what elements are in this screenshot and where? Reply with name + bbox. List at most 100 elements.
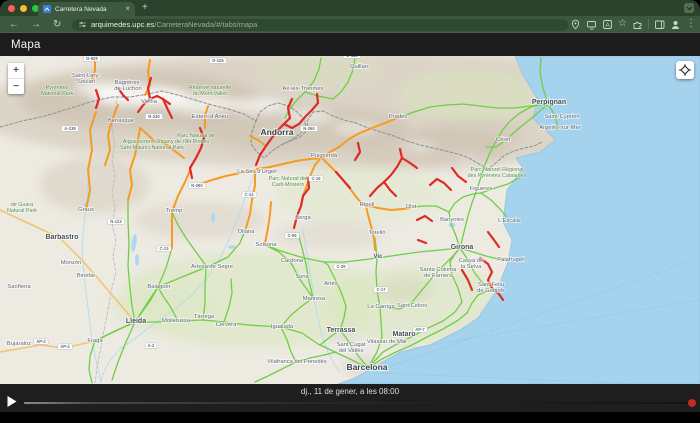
svg-text:Tàrrega: Tàrrega — [194, 314, 215, 320]
toolbar-actions: A ☆ ⋮ — [570, 16, 696, 32]
timeline-slider-thumb[interactable] — [688, 399, 696, 407]
svg-text:N-123: N-123 — [110, 219, 122, 224]
svg-text:Torelló: Torelló — [368, 230, 385, 236]
play-button[interactable] — [7, 396, 18, 407]
svg-text:Binéfar: Binéfar — [77, 273, 95, 279]
map[interactable]: AndorraBarcelonaLleidaGironaPerpignanTer… — [0, 56, 700, 384]
svg-text:Quillan: Quillan — [350, 64, 368, 70]
svg-text:C-16: C-16 — [311, 176, 321, 181]
svg-text:N-260: N-260 — [191, 183, 203, 188]
svg-text:AP-7: AP-7 — [415, 327, 425, 332]
svg-text:Artés: Artés — [324, 281, 338, 287]
svg-text:Graus: Graus — [78, 207, 94, 213]
svg-text:Benasque: Benasque — [108, 118, 134, 124]
svg-text:Olot: Olot — [406, 204, 417, 210]
forward-button[interactable]: → — [31, 19, 41, 30]
svg-text:AP-2: AP-2 — [36, 339, 46, 344]
close-window-button[interactable] — [8, 5, 15, 12]
map-canvas[interactable]: AndorraBarcelonaLleidaGironaPerpignanTer… — [0, 56, 700, 384]
svg-text:Andorra: Andorra — [260, 127, 293, 137]
svg-text:C-14: C-14 — [244, 192, 254, 197]
svg-text:Sant Celoni: Sant Celoni — [397, 303, 427, 309]
tab-close-icon[interactable]: × — [125, 5, 130, 13]
timeline-bar: dj., 11 de gener, a les 08:00 — [0, 384, 700, 412]
svg-text:Aigüestortes i Estany deSant M: Aigüestortes i Estany deSant Maurici Nat… — [120, 139, 184, 151]
url-path: /CarreteraNevada/#/tabs/mapa — [154, 20, 257, 29]
svg-text:Cervera: Cervera — [216, 322, 237, 328]
locate-me-button[interactable] — [676, 61, 694, 79]
svg-text:Barbastro: Barbastro — [45, 234, 78, 241]
site-settings-icon[interactable] — [78, 20, 87, 29]
page-title: Mapa — [11, 39, 41, 51]
zoom-out-button[interactable]: − — [8, 78, 24, 94]
profile-avatar-icon[interactable] — [670, 19, 681, 30]
send-to-device-icon[interactable] — [586, 19, 597, 30]
svg-text:N-260: N-260 — [303, 126, 315, 131]
svg-text:Parc Natural del'Alt Pirineu: Parc Natural del'Alt Pirineu — [177, 133, 214, 145]
svg-text:N-230: N-230 — [148, 114, 160, 119]
browser-window: Carretera Nevada × + ← → ↻ arquimedes.up… — [0, 0, 700, 412]
chevron-down-icon — [686, 5, 693, 12]
svg-text:Banyoles: Banyoles — [440, 217, 464, 223]
svg-text:D-929: D-929 — [86, 56, 98, 61]
macos-window-controls[interactable] — [8, 5, 39, 12]
svg-text:de GuaraNatural Park: de GuaraNatural Park — [7, 202, 37, 214]
svg-text:Palafrugell: Palafrugell — [497, 257, 524, 263]
tab-search-chevron-button[interactable] — [684, 3, 694, 13]
bookmark-star-icon[interactable]: ☆ — [618, 19, 627, 29]
minimize-window-button[interactable] — [20, 5, 27, 12]
svg-text:Vilassar de Mar: Vilassar de Mar — [367, 339, 407, 345]
svg-text:Manresa: Manresa — [303, 296, 326, 302]
browser-menu-kebab-icon[interactable]: ⋮ — [686, 19, 696, 29]
svg-text:Girona: Girona — [451, 244, 474, 251]
svg-text:Fraga: Fraga — [87, 338, 103, 344]
browser-toolbar: ← → ↻ arquimedes.upc.es/CarreteraNevada/… — [0, 16, 700, 33]
new-tab-button[interactable]: + — [142, 2, 148, 13]
timeline-current-time: dj., 11 de gener, a les 08:00 — [0, 387, 700, 396]
url-text: arquimedes.upc.es/CarreteraNevada/#/tabs… — [91, 20, 257, 29]
svg-text:C-25: C-25 — [336, 264, 346, 269]
svg-text:Réserve naturelledu Mont Valie: Réserve naturelledu Mont Valier — [189, 85, 231, 97]
svg-text:Santa Colomade Farners: Santa Colomade Farners — [420, 267, 458, 279]
svg-text:C-13: C-13 — [159, 246, 169, 251]
svg-text:Argelès-sur-Mer: Argelès-sur-Mer — [539, 125, 581, 131]
browser-tab[interactable]: Carretera Nevada × — [38, 2, 135, 16]
play-icon — [8, 396, 17, 407]
svg-text:Vic: Vic — [373, 253, 383, 260]
svg-text:Solsona: Solsona — [256, 242, 278, 248]
svg-text:Ax-les-Thermes: Ax-les-Thermes — [283, 86, 324, 92]
extensions-puzzle-icon[interactable] — [632, 19, 643, 30]
svg-text:Saint-Cyprien: Saint-Cyprien — [544, 114, 579, 120]
reload-button[interactable]: ↻ — [53, 19, 61, 30]
svg-text:Cassà dela Selva: Cassà dela Selva — [459, 258, 484, 270]
svg-text:La Seu d'Urgell: La Seu d'Urgell — [237, 169, 276, 175]
svg-text:Figueres: Figueres — [470, 186, 493, 192]
svg-text:A: A — [605, 22, 610, 29]
svg-text:D-118: D-118 — [346, 56, 358, 58]
timeline-slider[interactable] — [24, 402, 692, 404]
svg-text:Sant Feliude Guíxols: Sant Feliude Guíxols — [477, 282, 505, 294]
location-pin-icon[interactable] — [570, 19, 581, 30]
svg-text:AP-2: AP-2 — [60, 344, 70, 349]
side-panel-icon[interactable] — [654, 19, 665, 30]
toolbar-divider — [648, 19, 649, 29]
svg-text:Vielha: Vielha — [141, 99, 158, 105]
svg-text:C-17: C-17 — [376, 287, 386, 292]
tab-strip: Carretera Nevada × + — [0, 0, 700, 16]
svg-text:Sariñena: Sariñena — [7, 284, 31, 290]
tab-title: Carretera Nevada — [55, 6, 121, 13]
svg-text:Súria: Súria — [295, 274, 309, 280]
svg-text:Ripoll: Ripoll — [360, 202, 375, 208]
zoom-in-button[interactable]: + — [8, 63, 24, 78]
svg-text:La Garriga: La Garriga — [367, 304, 395, 310]
svg-text:L'Escala: L'Escala — [498, 218, 521, 224]
translate-icon[interactable]: A — [602, 19, 613, 30]
map-zoom-control: + − — [8, 63, 24, 94]
back-button[interactable]: ← — [9, 19, 19, 30]
svg-text:Barcelona: Barcelona — [346, 362, 387, 372]
address-bar[interactable]: arquimedes.upc.es/CarreteraNevada/#/tabs… — [72, 19, 568, 31]
locate-crosshair-icon — [679, 64, 691, 76]
svg-text:Esterri d'Àneu: Esterri d'Àneu — [192, 113, 228, 120]
svg-text:A-2: A-2 — [148, 343, 155, 348]
svg-text:Tremp: Tremp — [166, 208, 183, 214]
